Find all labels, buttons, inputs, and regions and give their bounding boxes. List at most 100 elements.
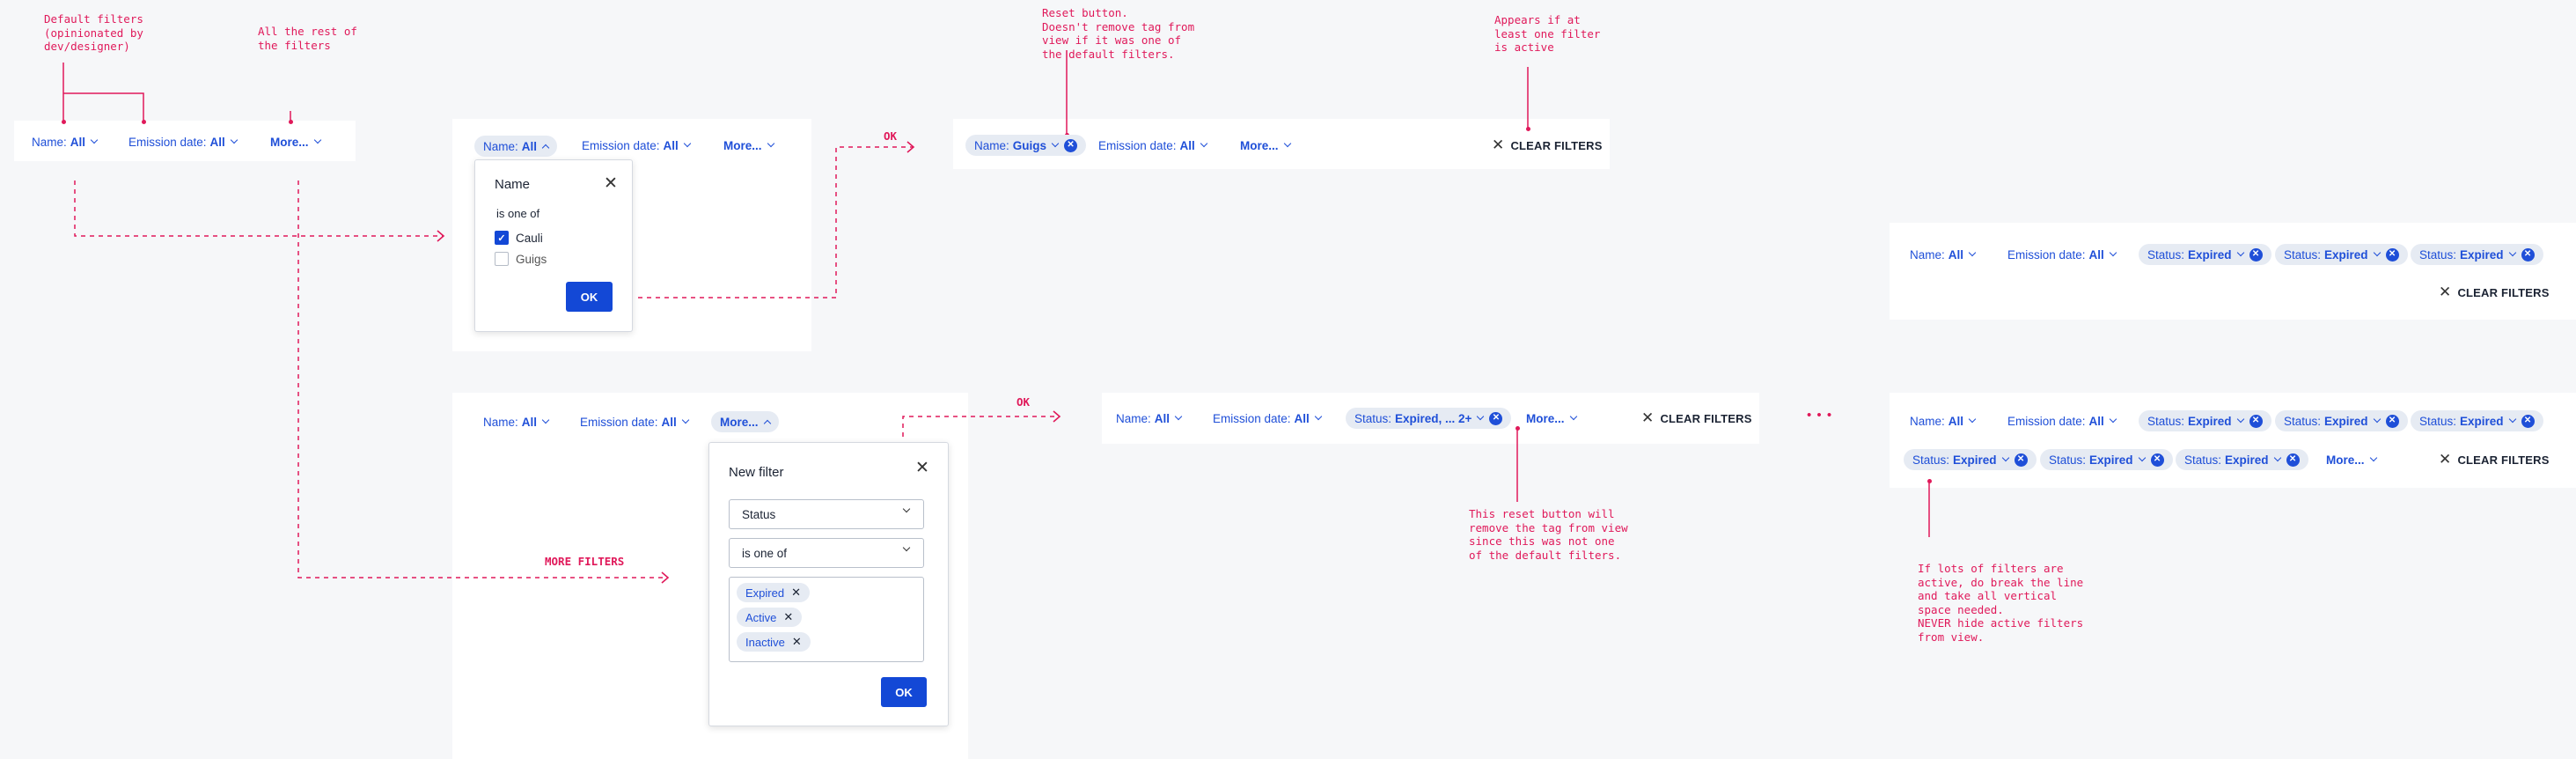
chevron-down-icon: [683, 139, 692, 148]
filter-status[interactable]: Status: Expired ✕: [2411, 244, 2543, 265]
chevron-down-icon: [2373, 415, 2381, 424]
reset-icon[interactable]: ✕: [2249, 247, 2263, 262]
chevron-down-icon: [1968, 415, 1977, 424]
clear-filters-button[interactable]: ✕ CLEAR FILTERS: [2439, 451, 2550, 468]
reset-icon[interactable]: ✕: [1064, 138, 1078, 152]
filter-status[interactable]: Status: Expired ✕: [1904, 449, 2037, 470]
flow-label-more-filters: MORE FILTERS: [545, 555, 625, 568]
chevron-down-icon: [2109, 415, 2117, 424]
filter-status[interactable]: Status: Expired ✕: [2176, 449, 2308, 470]
checkbox[interactable]: [495, 252, 509, 266]
chevron-down-icon: [1283, 139, 1291, 148]
close-icon: ✕: [1641, 409, 1655, 426]
chevron-down-icon: [2236, 248, 2244, 257]
reset-icon[interactable]: ✕: [2014, 453, 2028, 467]
filter-status-combined[interactable]: Status: Expired, ... 2+ ✕: [1346, 408, 1512, 429]
annotation-reset-button: Reset button. Doesn't remove tag from vi…: [1042, 6, 1195, 61]
filter-name[interactable]: Name: All: [1116, 409, 1183, 427]
chevron-down-icon: [2236, 415, 2244, 424]
operator-select[interactable]: is one of: [729, 538, 924, 568]
filter-status[interactable]: Status: Expired ✕: [2275, 410, 2408, 431]
filter-emission-date[interactable]: Emission date: All: [2007, 412, 2117, 430]
chevron-down-icon: [313, 136, 321, 144]
value-tag: Active ✕: [737, 608, 803, 627]
close-icon: ✕: [2439, 284, 2452, 300]
chevron-down-icon: [2369, 453, 2377, 462]
reset-icon[interactable]: ✕: [1489, 411, 1503, 425]
reset-icon[interactable]: ✕: [2249, 414, 2263, 428]
filter-name[interactable]: Name: All: [1910, 246, 1977, 263]
chevron-down-icon: [2508, 415, 2516, 424]
filter-emission-date[interactable]: Emission date: All: [2007, 246, 2117, 263]
checkbox-checked[interactable]: ✓: [495, 231, 509, 245]
remove-icon[interactable]: ✕: [783, 610, 793, 624]
clear-filters-button[interactable]: ✕ CLEAR FILTERS: [2439, 284, 2550, 301]
filter-name[interactable]: Name: All: [1910, 412, 1977, 430]
annotation-reset-removes-tag: This reset button will remove the tag fr…: [1469, 507, 1628, 562]
filter-status[interactable]: Status: Expired ✕: [2411, 410, 2543, 431]
popup-title: Name: [495, 177, 531, 192]
reset-icon[interactable]: ✕: [2385, 247, 2399, 262]
chevron-down-icon: [902, 543, 911, 552]
option-guigs[interactable]: Guigs: [495, 252, 547, 266]
filter-name-active[interactable]: Name: All: [474, 136, 558, 157]
chevron-down-icon: [1051, 139, 1060, 148]
new-filter-popup: New filter ✕ Status is one of Expired ✕ A…: [708, 442, 949, 726]
chevron-up-icon: [541, 144, 550, 152]
filter-status[interactable]: Status: Expired ✕: [2040, 449, 2173, 470]
reset-icon[interactable]: ✕: [2150, 453, 2164, 467]
chevron-down-icon: [2508, 248, 2516, 257]
filter-name-set[interactable]: Name: Guigs ✕: [965, 135, 1087, 156]
chevron-down-icon: [2001, 453, 2009, 462]
filter-name[interactable]: Name: All: [32, 133, 99, 151]
ok-button[interactable]: OK: [566, 282, 613, 312]
filter-more[interactable]: More...: [270, 133, 321, 151]
value-tag: Inactive ✕: [737, 632, 811, 652]
connector-dot: [141, 119, 146, 124]
filter-more[interactable]: More...: [723, 136, 774, 154]
ok-button[interactable]: OK: [881, 677, 927, 707]
annotation-default-filters: Default filters (opinionated by dev/desi…: [44, 12, 143, 53]
values-multiselect[interactable]: Expired ✕ Active ✕ Inactive ✕: [729, 577, 924, 662]
chevron-down-icon: [230, 136, 239, 144]
chevron-down-icon: [2138, 453, 2146, 462]
option-cauli[interactable]: ✓ Cauli: [495, 231, 543, 245]
annotation-appears-if-active: Appears if at least one filter is active: [1494, 13, 1601, 54]
flow-connectors: [62, 50, 1930, 584]
chevron-down-icon: [2109, 248, 2117, 257]
clear-filters-button[interactable]: ✕ CLEAR FILTERS: [1641, 409, 1752, 427]
flow-label-ok: OK: [1016, 395, 1031, 409]
clear-filters-button[interactable]: ✕ CLEAR FILTERS: [1492, 136, 1603, 154]
close-icon[interactable]: ✕: [915, 460, 929, 476]
filter-status[interactable]: Status: Expired ✕: [2139, 244, 2271, 265]
filter-emission-date[interactable]: Emission date: All: [1098, 136, 1208, 154]
filter-emission-date[interactable]: Emission date: All: [128, 133, 239, 151]
filter-more[interactable]: More...: [1526, 409, 1577, 427]
filter-more[interactable]: More...: [1240, 136, 1291, 154]
remove-icon[interactable]: ✕: [791, 586, 801, 600]
chevron-down-icon: [1569, 412, 1577, 421]
remove-icon[interactable]: ✕: [792, 635, 802, 649]
filter-emission-date[interactable]: Emission date: All: [1213, 409, 1323, 427]
reset-icon[interactable]: ✕: [2385, 414, 2399, 428]
chevron-down-icon: [1314, 412, 1323, 421]
connector-dot: [1515, 425, 1520, 431]
reset-icon[interactable]: ✕: [2286, 453, 2300, 467]
popup-title: New filter: [729, 465, 784, 480]
filter-status[interactable]: Status: Expired ✕: [2275, 244, 2408, 265]
filter-emission-date[interactable]: Emission date: All: [580, 413, 690, 431]
name-filter-popup: Name ✕ is one of ✓ Cauli Guigs OK: [474, 159, 633, 332]
filter-more[interactable]: More...: [2326, 451, 2377, 468]
filter-name[interactable]: Name: All: [483, 413, 550, 431]
chevron-up-icon: [763, 419, 771, 428]
field-select[interactable]: Status: [729, 499, 924, 529]
filter-more-active[interactable]: More...: [711, 411, 779, 432]
reset-icon[interactable]: ✕: [2521, 414, 2535, 428]
close-icon: ✕: [1492, 136, 1505, 153]
reset-icon[interactable]: ✕: [2521, 247, 2535, 262]
filter-status[interactable]: Status: Expired ✕: [2139, 410, 2271, 431]
close-icon[interactable]: ✕: [604, 175, 618, 192]
chevron-down-icon: [767, 139, 774, 148]
connector-dot: [288, 119, 293, 124]
filter-emission-date[interactable]: Emission date: All: [582, 136, 692, 154]
